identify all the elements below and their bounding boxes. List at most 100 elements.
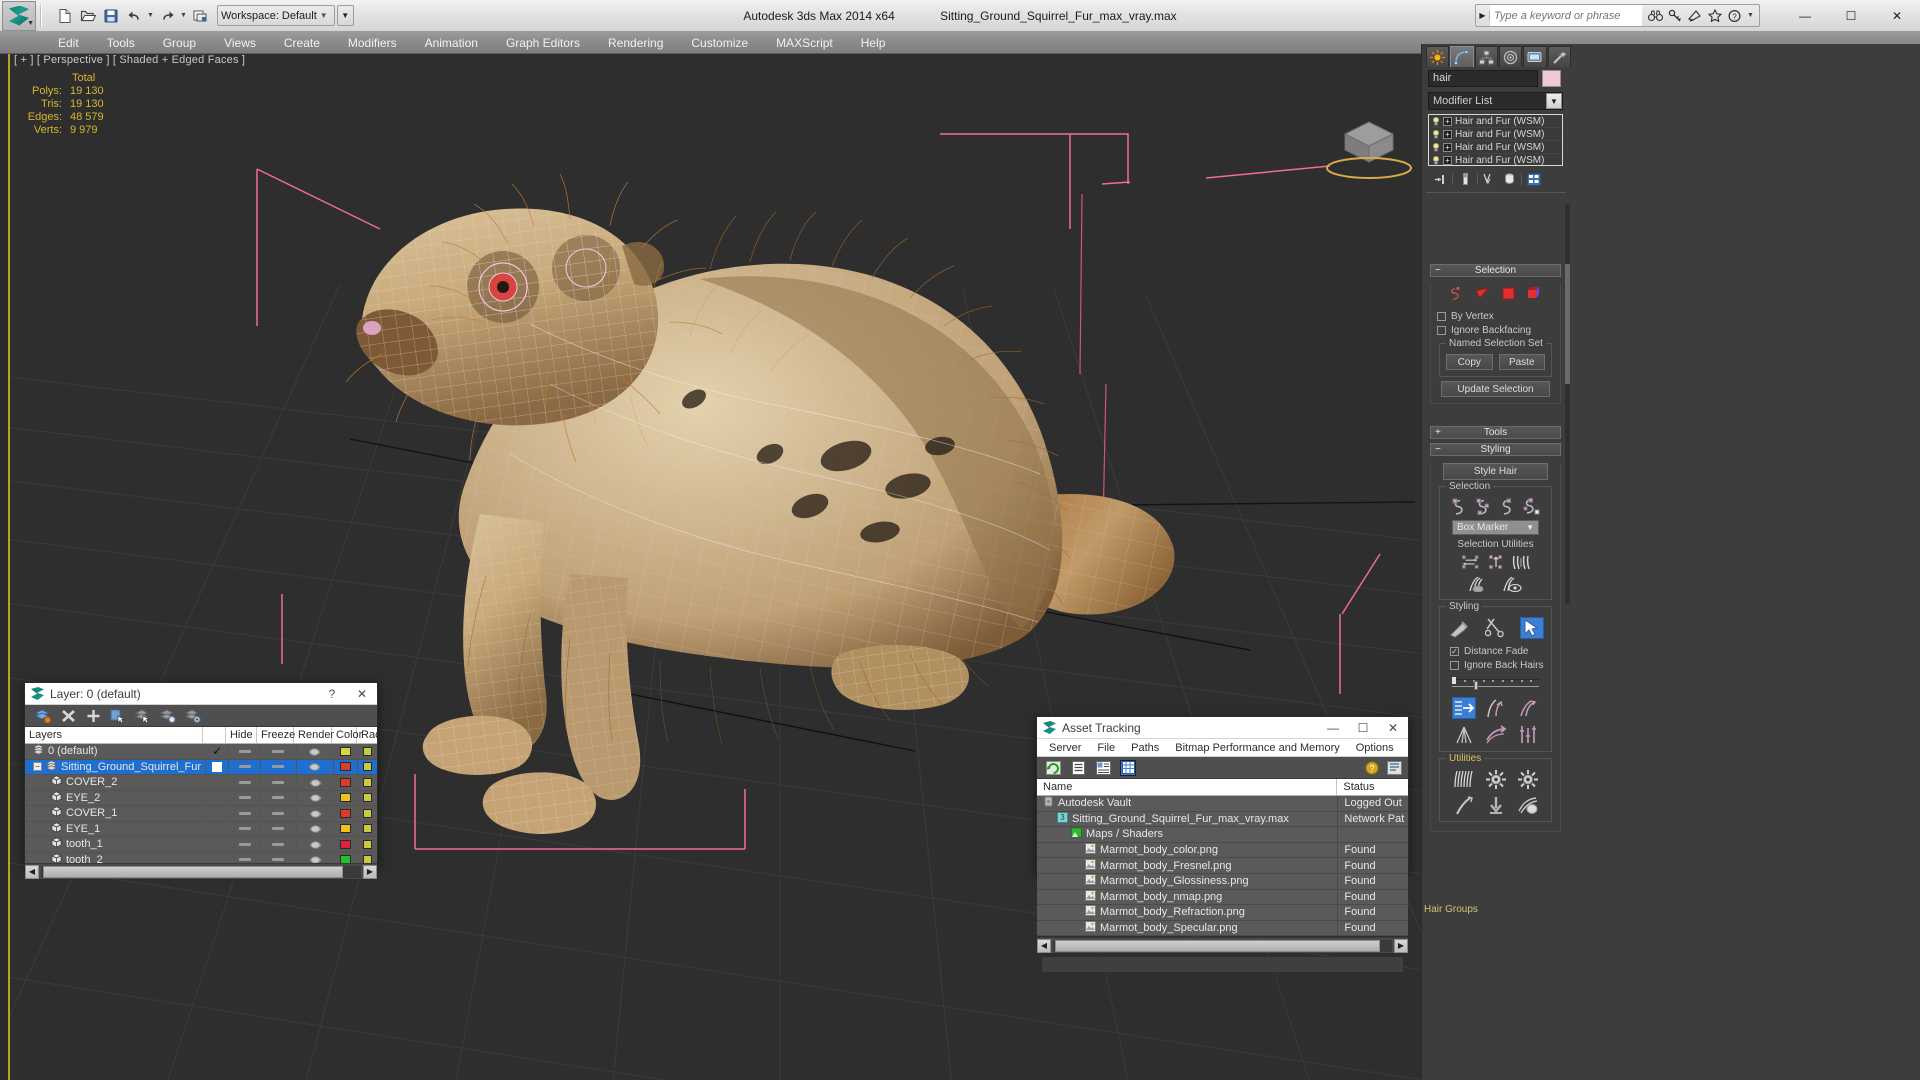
layer-current-cell[interactable] (205, 790, 228, 806)
app-logo-button[interactable]: ▼ (2, 0, 36, 31)
column-name[interactable]: Name (1037, 779, 1338, 795)
style-hair-button[interactable]: Style Hair (1443, 463, 1548, 480)
layer-properties-icon[interactable] (185, 708, 201, 724)
layer-row[interactable]: EYE_1 (25, 821, 377, 837)
checkbox-ignore-back-hairs[interactable]: Ignore Back Hairs (1450, 658, 1545, 672)
column-radiosity[interactable]: Rad (357, 727, 381, 743)
layer-render-cell[interactable] (295, 759, 333, 775)
set-project-folder-icon[interactable] (189, 5, 211, 27)
clump-icon[interactable] (1452, 723, 1476, 745)
make-unique-icon[interactable] (1483, 172, 1497, 186)
layer-current-cell[interactable]: ✓ (204, 744, 228, 759)
reset-rest-icon[interactable] (1517, 769, 1539, 789)
layer-hide-cell[interactable] (228, 774, 260, 790)
asset-row[interactable]: Marmot_body_nmap.png Found (1037, 889, 1408, 906)
hair-box-icon[interactable] (1526, 284, 1544, 302)
refresh-icon[interactable] (1045, 760, 1061, 776)
layer-color-cell[interactable] (333, 759, 357, 775)
display-tab[interactable] (1523, 46, 1547, 67)
redo-dropdown-icon[interactable]: ▼ (179, 12, 188, 19)
undo-icon[interactable] (123, 5, 145, 27)
key-icon[interactable] (1666, 7, 1684, 25)
object-color-swatch[interactable] (1542, 70, 1561, 87)
menu-item-graph-editors[interactable]: Graph Editors (492, 32, 594, 54)
modifier-stack-row[interactable]: + Hair and Fur (WSM) (1429, 154, 1562, 165)
layer-render-cell[interactable] (295, 744, 333, 759)
layer-freeze-cell[interactable] (259, 774, 296, 790)
modifier-stack-row[interactable]: + Hair and Fur (WSM) (1429, 115, 1562, 128)
pin-stack-icon[interactable] (1433, 172, 1447, 186)
stand-hair-icon[interactable] (1484, 697, 1508, 719)
layer-render-cell[interactable] (295, 821, 333, 837)
motion-tab[interactable] (1498, 46, 1523, 67)
scroll-track[interactable] (41, 865, 361, 878)
menu-item-group[interactable]: Group (149, 32, 210, 54)
rollout-header-selection[interactable]: − Selection (1430, 264, 1561, 277)
asset-menu-bitmap-performance-and-memory[interactable]: Bitmap Performance and Memory (1167, 739, 1347, 757)
select-arrow-icon[interactable] (1519, 617, 1544, 639)
recomb-icon[interactable] (1485, 769, 1507, 789)
asset-row[interactable]: Marmot_body_Fresnel.png Found (1037, 857, 1408, 874)
layer-row[interactable]: tooth_1 (25, 836, 377, 853)
menu-item-modifiers[interactable]: Modifiers (334, 32, 411, 54)
layer-radiosity-cell[interactable] (357, 759, 377, 775)
add-selection-icon[interactable] (85, 708, 101, 724)
layer-row[interactable]: tooth_2 (25, 852, 377, 863)
scroll-thumb[interactable] (1055, 939, 1380, 952)
layer-hide-cell[interactable] (228, 821, 260, 837)
hierarchy-tab[interactable] (1474, 46, 1498, 67)
menu-item-maxscript[interactable]: MAXScript (762, 32, 847, 54)
rollout-header-styling[interactable]: − Styling (1430, 443, 1561, 456)
command-panel-scrollbar[interactable] (1565, 204, 1570, 604)
open-file-icon[interactable] (77, 5, 99, 27)
asset-row[interactable]: Marmot_body_color.png Found (1037, 842, 1408, 859)
scroll-track[interactable] (1053, 939, 1392, 952)
layer-horizontal-scrollbar[interactable]: ◀ ▶ (25, 863, 377, 879)
layer-render-cell[interactable] (295, 805, 333, 821)
layer-hide-cell[interactable] (228, 836, 260, 852)
guides-icon[interactable] (1448, 284, 1466, 302)
workspace-selector[interactable]: Workspace: Default ▼ (217, 5, 335, 26)
layer-dialog-titlebar[interactable]: Layer: 0 (default) ? ✕ (25, 683, 377, 705)
rotate-hair-icon[interactable] (1484, 723, 1508, 745)
create-new-layer-icon[interactable] (35, 708, 51, 724)
light-bulb-icon[interactable] (1431, 142, 1440, 152)
layer-radiosity-cell[interactable] (357, 790, 377, 806)
layer-radiosity-cell[interactable] (357, 852, 377, 863)
scroll-left-icon[interactable]: ◀ (1037, 938, 1051, 953)
layer-color-cell[interactable] (333, 836, 357, 852)
layer-freeze-cell[interactable] (259, 759, 296, 775)
asset-menu-options[interactable]: Options (1348, 739, 1402, 757)
layer-color-cell[interactable] (333, 821, 357, 837)
layer-hide-cell[interactable] (228, 790, 260, 806)
layer-color-cell[interactable] (333, 744, 357, 759)
asset-menu-file[interactable]: File (1089, 739, 1123, 757)
layer-hide-cell[interactable] (228, 744, 259, 759)
layer-radiosity-cell[interactable] (357, 805, 377, 821)
layer-hide-cell[interactable] (228, 759, 259, 775)
layer-render-cell[interactable] (295, 836, 333, 852)
delete-layer-icon[interactable] (60, 708, 76, 724)
collapse-icon[interactable] (1485, 795, 1507, 815)
scroll-right-icon[interactable]: ▶ (1394, 938, 1408, 953)
layer-row[interactable]: EYE_2 (25, 790, 377, 806)
modifier-list-dropdown[interactable]: Modifier List ▼ (1428, 92, 1563, 110)
asset-row[interactable]: 3 Sitting_Ground_Squirrel_Fur_max_vray.ma… (1037, 811, 1408, 828)
scroll-thumb[interactable] (43, 865, 343, 878)
object-name-field[interactable]: hair (1428, 70, 1538, 87)
asset-tracking-titlebar[interactable]: Asset Tracking — ☐ ✕ (1037, 717, 1408, 739)
help-dropdown-icon[interactable]: ▼ (1746, 12, 1755, 19)
layer-color-cell[interactable] (333, 774, 357, 790)
maximize-button[interactable]: ☐ (1828, 0, 1874, 32)
modifier-stack-row[interactable]: + Hair and Fur (WSM) (1429, 128, 1562, 141)
layer-render-cell[interactable] (295, 852, 333, 863)
layer-freeze-cell[interactable] (259, 821, 296, 837)
layer-radiosity-cell[interactable] (357, 821, 377, 837)
expand-modifier-icon[interactable]: + (1443, 142, 1452, 152)
slider-thumb[interactable] (1474, 681, 1478, 690)
layer-current-cell[interactable] (205, 836, 228, 852)
layer-row[interactable]: COVER_2 (25, 774, 377, 791)
layer-render-cell[interactable] (295, 774, 333, 790)
invert-selection-icon[interactable] (1461, 553, 1480, 571)
asset-row[interactable]: Maps / Shaders (1037, 826, 1408, 843)
